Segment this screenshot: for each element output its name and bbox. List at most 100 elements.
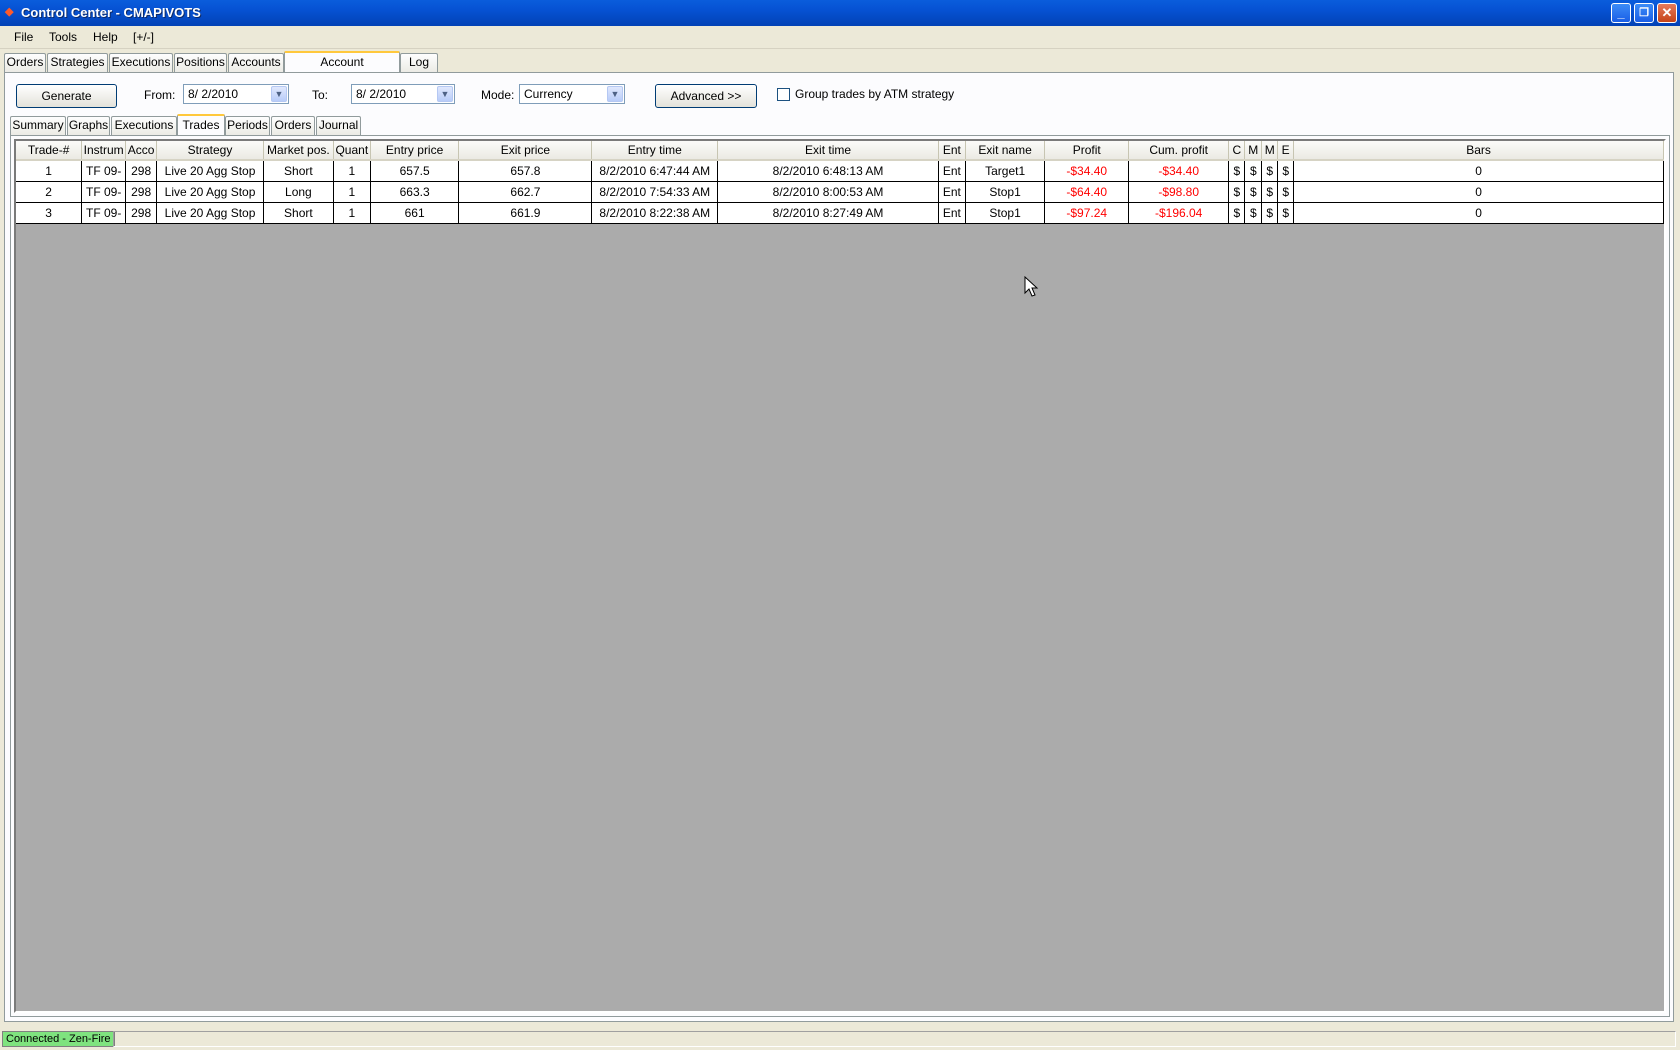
table-cell: $ xyxy=(1228,202,1246,224)
tab-strategies[interactable]: Strategies xyxy=(47,53,108,72)
column-header[interactable]: Ent xyxy=(938,141,966,161)
mode-value: Currency xyxy=(524,87,573,101)
tab-accounts[interactable]: Accounts xyxy=(228,53,284,72)
tab-orders[interactable]: Orders xyxy=(4,53,46,72)
status-bar: Connected - Zen-Fire xyxy=(0,1028,1680,1050)
minimize-button[interactable]: _ xyxy=(1611,3,1631,23)
tab-summary[interactable]: Summary xyxy=(10,116,66,135)
table-cell: 1 xyxy=(333,202,371,224)
table-cell: 657.8 xyxy=(458,160,593,182)
column-header[interactable]: M xyxy=(1261,141,1279,161)
table-cell: Live 20 Agg Stop xyxy=(156,160,264,182)
table-cell: 8/2/2010 7:54:33 AM xyxy=(591,181,719,203)
column-header[interactable]: Profit xyxy=(1044,141,1129,161)
advanced-button[interactable]: Advanced >> xyxy=(655,84,757,108)
column-header[interactable]: Exit time xyxy=(717,141,939,161)
column-header[interactable]: Quant xyxy=(333,141,371,161)
column-header[interactable]: Exit price xyxy=(458,141,593,161)
table-cell: 0 xyxy=(1293,181,1664,203)
tab-trades[interactable]: Trades xyxy=(177,114,225,136)
tab-executions-sub[interactable]: Executions xyxy=(111,116,177,135)
column-header[interactable]: M xyxy=(1244,141,1263,161)
table-cell: $ xyxy=(1277,160,1295,182)
column-header[interactable]: Trade-# xyxy=(16,141,83,161)
table-row[interactable]: 1 TF 09- 298 Live 20 Agg Stop Short 1 65… xyxy=(16,160,1664,182)
tab-graphs[interactable]: Graphs xyxy=(67,116,110,135)
table-cell: 1 xyxy=(333,160,371,182)
table-cell: 298 xyxy=(125,181,158,203)
table-cell: $ xyxy=(1244,181,1263,203)
table-cell: 661.9 xyxy=(458,202,593,224)
chevron-down-icon[interactable]: ▼ xyxy=(607,86,623,102)
trades-grid[interactable]: Trade-# Instrum Acco Strategy Market pos… xyxy=(14,139,1666,1013)
table-cell: 298 xyxy=(125,202,158,224)
table-cell: Ent xyxy=(938,202,966,224)
table-cell: Short xyxy=(263,202,334,224)
cum-profit-cell: -$98.80 xyxy=(1128,181,1230,203)
column-header[interactable]: Entry price xyxy=(370,141,460,161)
table-cell: Live 20 Agg Stop xyxy=(156,181,264,203)
to-date-picker[interactable]: 8/ 2/2010 ▼ xyxy=(351,84,455,104)
column-header[interactable]: Entry time xyxy=(591,141,719,161)
table-cell: Long xyxy=(263,181,334,203)
table-row[interactable]: 3 TF 09- 298 Live 20 Agg Stop Short 1 66… xyxy=(16,202,1664,224)
table-cell: 1 xyxy=(333,181,371,203)
table-cell: 661 xyxy=(370,202,460,224)
column-header[interactable]: E xyxy=(1277,141,1295,161)
table-cell: Ent xyxy=(938,181,966,203)
table-cell: 657.5 xyxy=(370,160,460,182)
table-cell: $ xyxy=(1228,181,1246,203)
table-cell: 663.3 xyxy=(370,181,460,203)
table-cell: Target1 xyxy=(965,160,1046,182)
from-date-value: 8/ 2/2010 xyxy=(188,87,239,101)
tab-log[interactable]: Log xyxy=(400,53,438,72)
table-cell: Live 20 Agg Stop xyxy=(156,202,264,224)
cum-profit-cell: -$196.04 xyxy=(1128,202,1230,224)
table-cell: $ xyxy=(1261,181,1279,203)
tab-orders-sub[interactable]: Orders xyxy=(271,116,315,135)
table-cell: 8/2/2010 8:27:49 AM xyxy=(717,202,939,224)
table-cell: $ xyxy=(1261,202,1279,224)
table-cell: Stop1 xyxy=(965,202,1046,224)
table-cell: 2 xyxy=(16,181,83,203)
menu-tools[interactable]: Tools xyxy=(49,30,77,44)
status-panel xyxy=(113,1031,1676,1047)
from-label: From: xyxy=(144,88,176,102)
close-button[interactable]: ✕ xyxy=(1657,3,1677,23)
column-header[interactable]: Market pos. xyxy=(263,141,334,161)
chevron-down-icon[interactable]: ▼ xyxy=(437,86,453,102)
column-header[interactable]: Bars xyxy=(1293,141,1664,161)
group-trades-label[interactable]: Group trades by ATM strategy xyxy=(795,87,954,101)
app-icon: ◆ xyxy=(5,6,14,18)
table-cell: TF 09- xyxy=(81,202,127,224)
mode-label: Mode: xyxy=(481,88,515,102)
tab-periods[interactable]: Periods xyxy=(225,116,270,135)
generate-button[interactable]: Generate xyxy=(16,84,117,108)
column-header[interactable]: C xyxy=(1228,141,1246,161)
maximize-button[interactable]: ❐ xyxy=(1634,3,1654,23)
table-cell: 8/2/2010 6:47:44 AM xyxy=(591,160,719,182)
menu-toggle[interactable]: [+/-] xyxy=(133,30,154,44)
table-cell: $ xyxy=(1228,160,1246,182)
tab-journal[interactable]: Journal xyxy=(316,116,361,135)
group-trades-checkbox[interactable] xyxy=(777,88,790,101)
menu-help[interactable]: Help xyxy=(93,30,118,44)
table-row[interactable]: 2 TF 09- 298 Live 20 Agg Stop Long 1 663… xyxy=(16,181,1664,203)
chevron-down-icon[interactable]: ▼ xyxy=(271,86,287,102)
tab-account-performance[interactable]: Account Performance xyxy=(284,51,400,87)
to-label: To: xyxy=(312,88,329,102)
column-header[interactable]: Cum. profit xyxy=(1128,141,1230,161)
menu-file[interactable]: File xyxy=(14,30,33,44)
tab-executions[interactable]: Executions xyxy=(109,53,173,72)
table-cell: Ent xyxy=(938,160,966,182)
tab-positions[interactable]: Positions xyxy=(174,53,227,72)
from-date-picker[interactable]: 8/ 2/2010 ▼ xyxy=(183,84,289,104)
column-header[interactable]: Strategy xyxy=(156,141,264,161)
column-header[interactable]: Acco xyxy=(125,141,158,161)
title-bar[interactable]: ◆ Control Center - CMAPIVOTS _ ❐ ✕ xyxy=(0,0,1680,26)
mode-select[interactable]: Currency ▼ xyxy=(519,84,625,104)
column-header[interactable]: Exit name xyxy=(965,141,1046,161)
column-header[interactable]: Instrum xyxy=(81,141,127,161)
table-cell: 0 xyxy=(1293,160,1664,182)
table-cell: $ xyxy=(1277,202,1295,224)
